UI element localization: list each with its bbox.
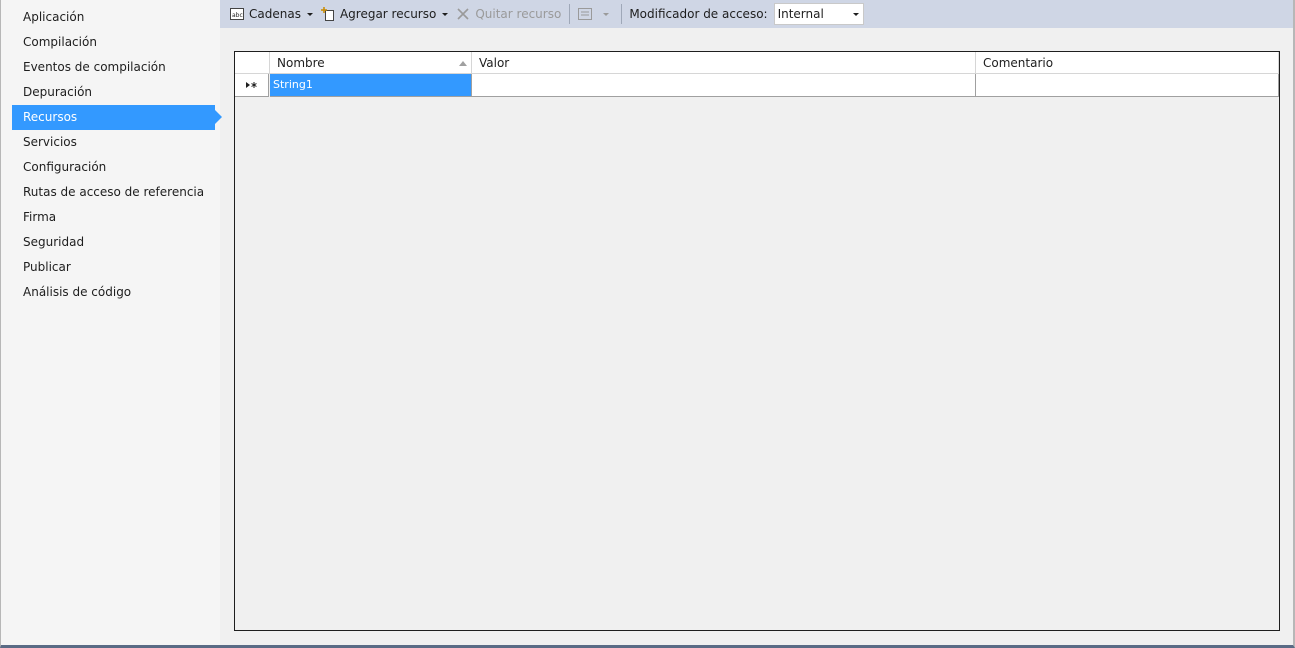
sort-ascending-icon (459, 61, 467, 66)
cell-nombre[interactable]: String1 (270, 74, 472, 97)
sidebar-item-analisis-de-codigo[interactable]: Análisis de código (12, 280, 215, 305)
chevron-down-icon (306, 12, 313, 16)
sidebar-item-rutas-de-acceso[interactable]: Rutas de acceso de referencia (12, 180, 215, 205)
remove-resource-label: Quitar recurso (475, 7, 562, 21)
access-modifier-value: Internal (777, 7, 824, 21)
column-header-label: Nombre (277, 56, 325, 70)
column-header-comentario[interactable]: Comentario (976, 52, 1279, 74)
remove-resource-button[interactable]: Quitar recurso (454, 3, 563, 25)
sidebar-item-configuracion[interactable]: Configuración (12, 155, 215, 180)
new-row-indicator[interactable] (235, 74, 269, 97)
svg-text:abc: abc (232, 12, 243, 19)
resource-type-dropdown[interactable]: abc Cadenas (228, 3, 319, 25)
sidebar-item-eventos-de-compilacion[interactable]: Eventos de compilación (12, 55, 215, 80)
resource-grid[interactable]: Nombre Valor Comentario String1 (234, 51, 1280, 631)
new-row-icon (245, 82, 257, 88)
chevron-down-icon (603, 12, 610, 16)
sidebar-item-compilacion[interactable]: Compilación (12, 30, 215, 55)
add-resource-label: Agregar recurso (339, 7, 437, 21)
sidebar-item-aplicacion[interactable]: Aplicación (12, 5, 215, 30)
sidebar-item-recursos[interactable]: Recursos (12, 105, 222, 130)
access-modifier-label: Modificador de acceso: (629, 7, 768, 21)
table-row[interactable]: String1 (235, 74, 1279, 97)
sidebar-item-firma[interactable]: Firma (12, 205, 215, 230)
column-header-valor[interactable]: Valor (472, 52, 976, 74)
access-modifier-select[interactable]: Internal (773, 3, 864, 25)
column-header-nombre[interactable]: Nombre (270, 52, 472, 74)
toolbar-separator (621, 4, 623, 24)
sidebar-item-depuracion[interactable]: Depuración (12, 80, 215, 105)
close-icon (456, 7, 470, 21)
resource-type-label: Cadenas (249, 7, 301, 21)
view-dropdown[interactable] (576, 3, 615, 25)
resource-toolbar: abc Cadenas Agregar recurso Quitar recur… (220, 0, 1293, 28)
view-details-icon (578, 7, 593, 21)
column-header-label: Valor (479, 56, 510, 70)
chevron-down-icon (852, 13, 859, 16)
add-resource-icon (320, 7, 335, 21)
strings-icon: abc (230, 7, 244, 21)
sidebar-item-seguridad[interactable]: Seguridad (12, 230, 215, 255)
grid-header: Nombre Valor Comentario (235, 52, 1279, 74)
row-header-corner (235, 52, 270, 74)
add-resource-button[interactable]: Agregar recurso (319, 3, 454, 25)
sidebar-item-publicar[interactable]: Publicar (12, 255, 215, 280)
sidebar: Aplicación Compilación Eventos de compil… (1, 0, 222, 645)
sidebar-item-servicios[interactable]: Servicios (12, 130, 215, 155)
cell-valor[interactable] (472, 74, 976, 97)
cell-comentario[interactable] (976, 74, 1279, 97)
column-header-label: Comentario (983, 56, 1054, 70)
toolbar-separator (569, 4, 571, 24)
chevron-down-icon (442, 12, 449, 16)
